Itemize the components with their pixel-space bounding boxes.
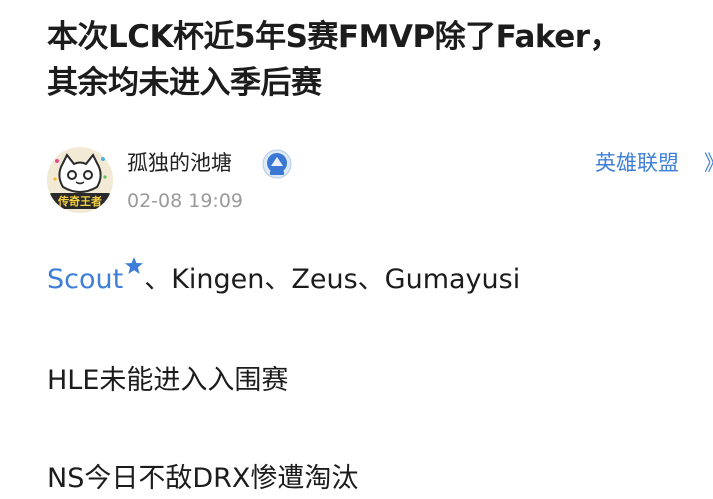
avatar[interactable]: 传奇王者 [47,147,113,213]
body-line-1-text: 、Kingen、Zeus、Gumayusi [144,264,521,295]
post-title-line-1: 本次LCK杯近5年S赛FMVP除了Faker， [47,19,621,55]
author-name[interactable]: 孤独的池塘 [127,149,232,177]
topic-link[interactable]: 英雄联盟 [595,149,679,177]
body-line-3: NS今日不敌DRX惨遭淘汰 [47,463,359,494]
avatar-cat-icon: 传奇王者 [47,147,113,213]
body-line-2: HLE未能进入入围赛 [47,365,289,396]
verified-badge-icon [261,148,293,180]
post-title: 本次LCK杯近5年S赛FMVP除了Faker， 其余均未进入季后赛 [47,14,707,106]
author-row: 传奇王者 孤独的池塘 02-08 19:09 英雄联盟 》 [47,145,713,217]
body-line-1: Scout 、Kingen、Zeus、Gumayusi [47,256,520,300]
star-icon [125,257,144,274]
avatar-caption: 传奇王者 [57,194,102,208]
topic-more-indicator[interactable]: 》 [704,149,713,177]
post-timestamp: 02-08 19:09 [127,190,244,212]
user-mention-link[interactable]: Scout [47,264,123,295]
post-title-line-2: 其余均未进入季后赛 [47,65,322,101]
